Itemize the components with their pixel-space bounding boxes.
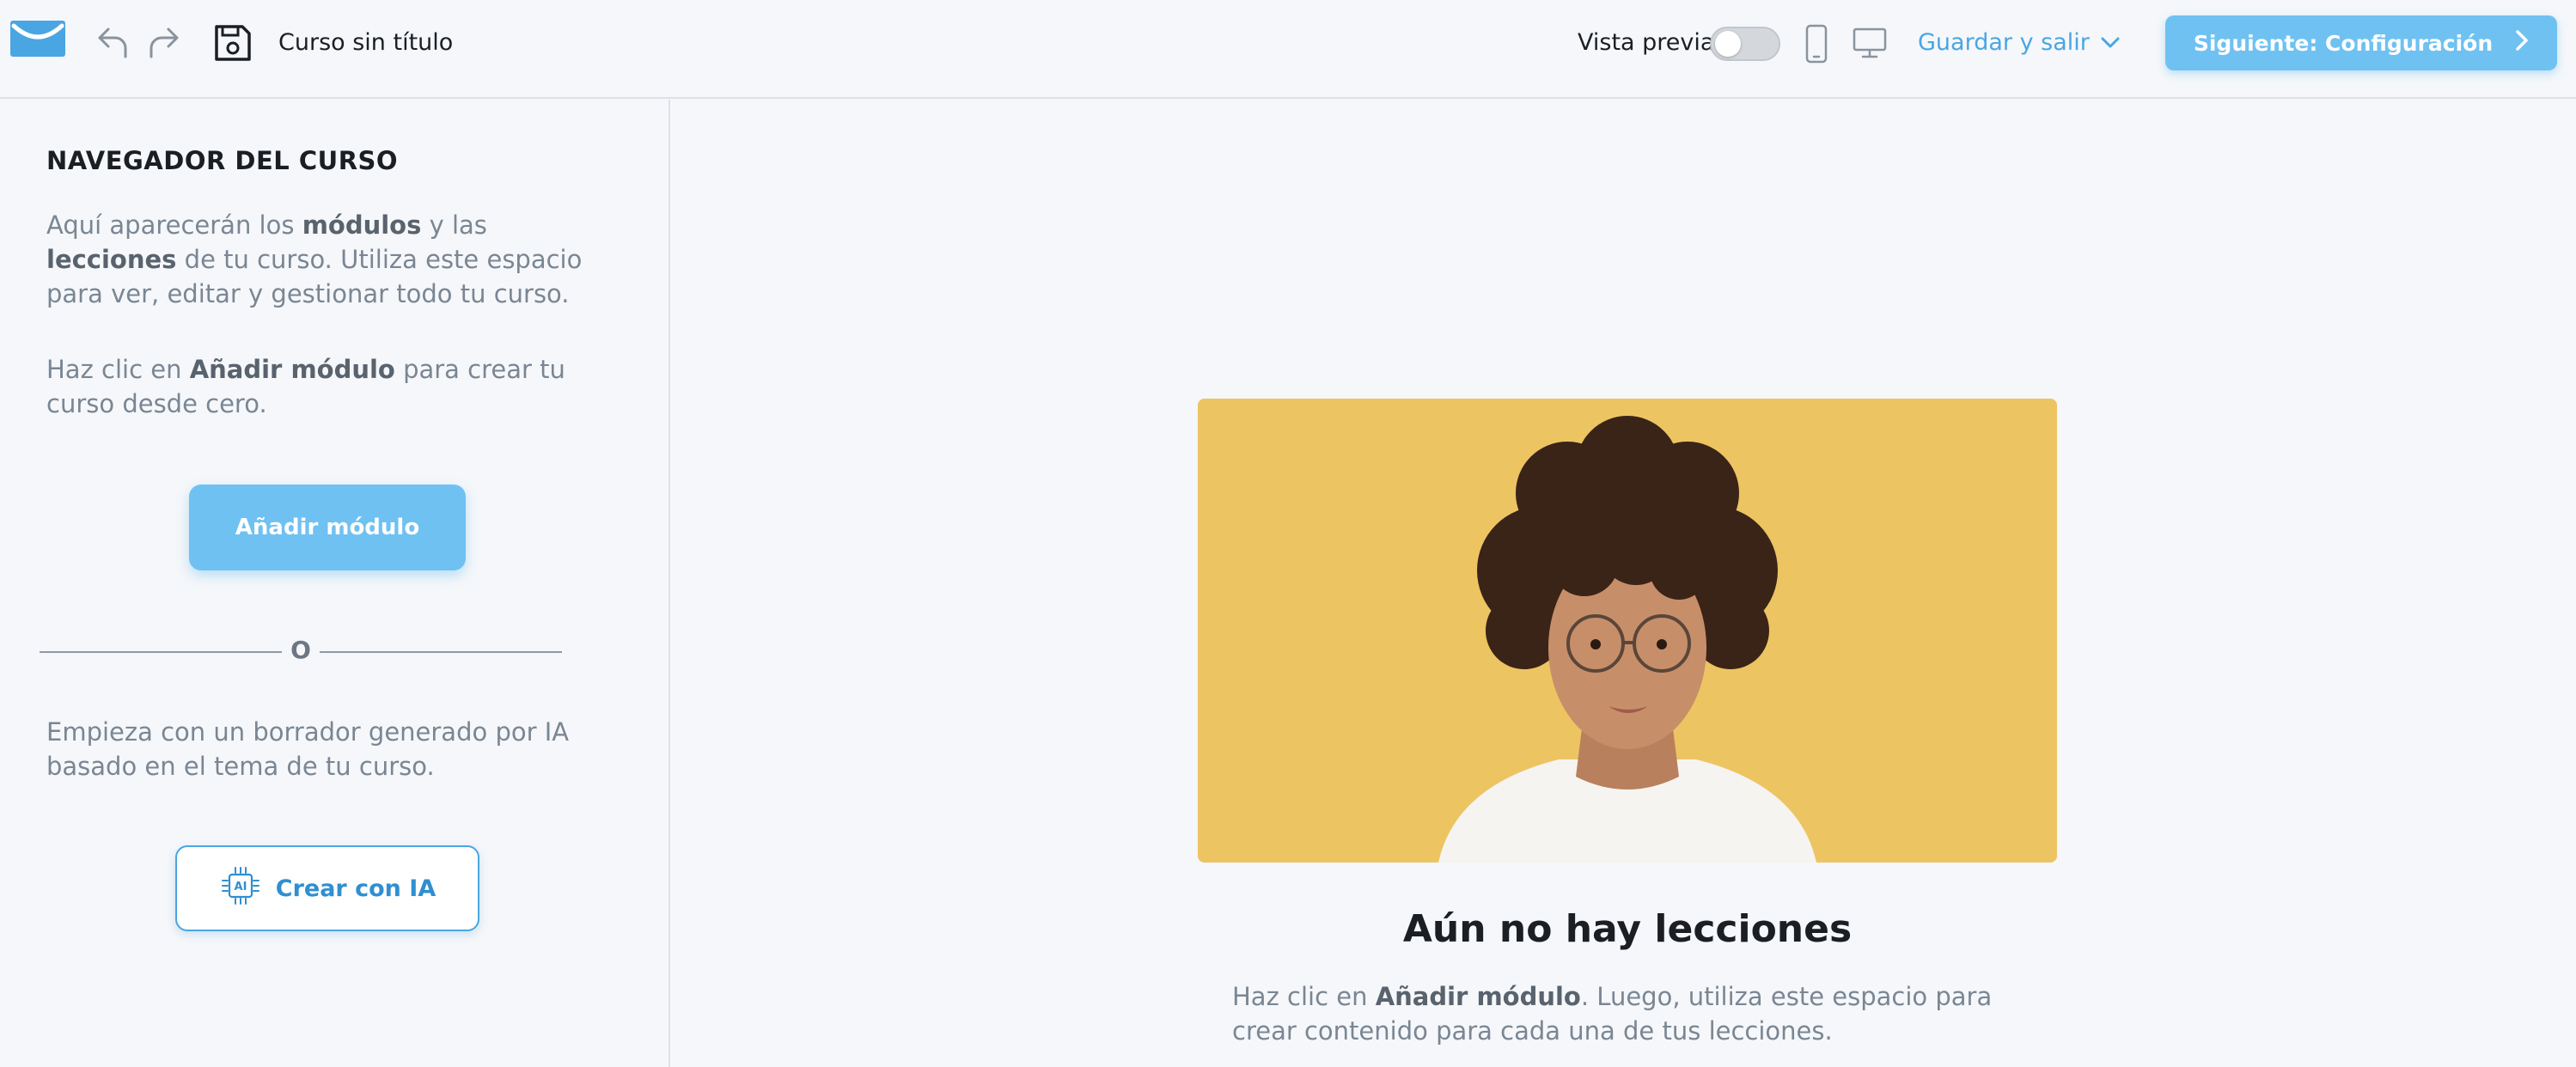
divider-right: [320, 651, 562, 653]
next-button-label: Siguiente: Configuración: [2193, 30, 2494, 56]
empty-state-description: Haz clic en Añadir módulo. Luego, utiliz…: [1232, 982, 1993, 1046]
envelope-logo-icon[interactable]: [10, 21, 65, 57]
navigator-title: NAVEGADOR DEL CURSO: [46, 146, 399, 175]
add-module-button[interactable]: Añadir módulo: [189, 485, 466, 570]
empty-state-illustration: [1198, 399, 2057, 863]
navigator-intro: Aquí aparecerán los módulos y las leccio…: [46, 210, 583, 308]
save-exit-label: Guardar y salir: [1918, 29, 2090, 56]
or-separator: O: [290, 636, 311, 664]
create-with-ai-button[interactable]: AI Crear con IA: [175, 845, 479, 931]
desktop-preview-icon[interactable]: [1851, 26, 1889, 60]
top-bar: Curso sin título Vista previa Guardar y …: [0, 0, 2576, 99]
create-with-ai-label: Crear con IA: [275, 875, 436, 902]
empty-state-title: Aún no hay lecciones: [1402, 907, 1853, 951]
undo-icon[interactable]: [89, 21, 134, 65]
lesson-editor-area: Aún no hay lecciones Haz clic en Añadir …: [672, 100, 2576, 1067]
save-icon[interactable]: [210, 19, 256, 67]
toggle-knob: [1715, 31, 1741, 57]
svg-text:AI: AI: [234, 881, 247, 893]
next-settings-button[interactable]: Siguiente: Configuración: [2165, 15, 2557, 70]
divider-left: [40, 651, 282, 653]
save-exit-dropdown[interactable]: Guardar y salir: [1918, 26, 2121, 60]
course-title[interactable]: Curso sin título: [278, 26, 453, 60]
ai-description: Empieza con un borrador generado por IA …: [46, 717, 570, 781]
chevron-down-icon: [2100, 26, 2121, 60]
mobile-preview-icon[interactable]: [1803, 22, 1830, 65]
navigator-hint: Haz clic en Añadir módulo para crear tu …: [46, 355, 565, 418]
redo-icon[interactable]: [143, 21, 187, 65]
preview-toggle[interactable]: [1710, 27, 1780, 61]
preview-label: Vista previa: [1578, 29, 1715, 56]
ai-chip-icon: AI: [219, 864, 262, 913]
chevron-right-icon: [2515, 29, 2529, 57]
course-navigator-panel: NAVEGADOR DEL CURSO Aquí aparecerán los …: [0, 100, 670, 1067]
